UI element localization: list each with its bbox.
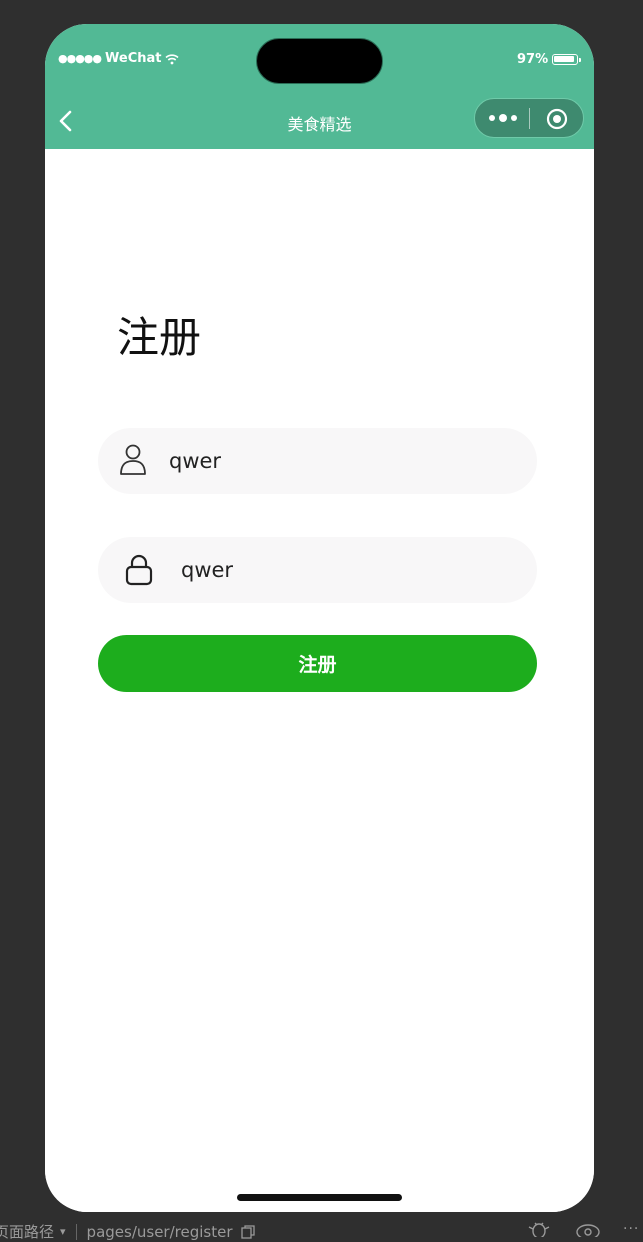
eye-icon[interactable] bbox=[575, 1221, 601, 1237]
register-button[interactable]: 注册 bbox=[98, 635, 537, 692]
home-indicator bbox=[237, 1194, 402, 1201]
wifi-icon bbox=[165, 53, 180, 64]
lock-icon bbox=[125, 554, 153, 586]
copy-icon[interactable] bbox=[240, 1224, 255, 1239]
status-bar: ●●●●● WeChat 97% bbox=[45, 24, 594, 94]
target-circle-icon[interactable] bbox=[546, 108, 568, 130]
username-input[interactable] bbox=[169, 428, 469, 494]
password-row[interactable] bbox=[98, 537, 537, 603]
capsule-divider bbox=[529, 108, 530, 129]
register-page: 注册 注册 bbox=[45, 149, 594, 1212]
phone-frame: ●●●●● WeChat 97% 美食精选 注册 qwer qwer 注册 bbox=[45, 24, 594, 1212]
more-icon[interactable]: ··· bbox=[623, 1221, 639, 1237]
more-dots-icon[interactable] bbox=[487, 110, 519, 126]
carrier-signal: ●●●●● WeChat bbox=[58, 51, 180, 66]
register-heading: 注册 bbox=[117, 313, 202, 362]
user-icon bbox=[120, 444, 146, 475]
dynamic-island bbox=[256, 38, 383, 84]
separator bbox=[75, 1223, 77, 1240]
page-path: pages/user/register bbox=[86, 1222, 233, 1241]
page-path-label[interactable]: 页面路径 bbox=[0, 1221, 54, 1242]
ide-status-bar: 页面路径 ▾ pages/user/register ··· bbox=[0, 1212, 643, 1241]
carrier-name: WeChat bbox=[105, 51, 162, 66]
username-row[interactable] bbox=[98, 428, 537, 494]
battery-percent: 97% bbox=[517, 52, 549, 67]
bug-icon[interactable] bbox=[525, 1221, 553, 1237]
signal-dots: ●●●●● bbox=[58, 52, 102, 65]
battery-icon bbox=[552, 54, 581, 65]
menu-capsule bbox=[474, 98, 584, 138]
dropdown-arrow-icon[interactable]: ▾ bbox=[60, 1225, 66, 1238]
password-input[interactable] bbox=[181, 537, 481, 603]
navigation-bar: 美食精选 bbox=[45, 94, 594, 149]
